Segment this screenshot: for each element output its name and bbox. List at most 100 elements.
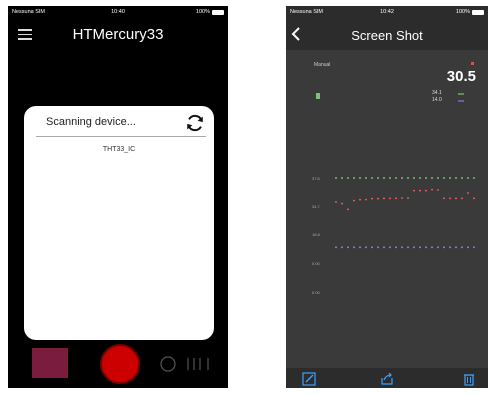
series-point-red xyxy=(413,189,415,192)
series-point-red xyxy=(407,197,409,199)
data-plot xyxy=(335,177,475,249)
screen-title: Screen Shot xyxy=(351,28,423,43)
series-point-green xyxy=(401,177,403,179)
series-point-blue xyxy=(449,246,451,249)
series-point-blue xyxy=(335,246,337,249)
series-point-blue xyxy=(377,246,379,249)
series-point-blue xyxy=(371,246,373,249)
dialog-divider xyxy=(36,136,206,137)
scan-dialog: Scanning device... THT33_IC xyxy=(24,106,214,340)
series-point-blue xyxy=(461,246,463,249)
series-point-red xyxy=(419,189,421,192)
series-point-blue xyxy=(383,246,385,249)
bottom-bar xyxy=(8,338,228,388)
status-bar: Nessuna SIM 10:42 100% xyxy=(286,6,488,20)
series-point-blue xyxy=(341,246,343,249)
series-point-blue xyxy=(365,246,367,249)
status-bar: Nessuna SIM 10:40 100% xyxy=(8,6,228,20)
series-point-green xyxy=(467,177,469,179)
series-point-green xyxy=(425,177,427,179)
series-point-blue xyxy=(395,246,397,249)
series-point-red xyxy=(431,188,433,191)
series-point-green xyxy=(455,177,457,179)
series-point-green xyxy=(365,177,367,179)
series-point-blue xyxy=(419,246,421,249)
trash-icon[interactable] xyxy=(462,372,476,386)
app-title: HTMercury33 xyxy=(72,26,164,43)
device-list-item[interactable]: THT33_IC xyxy=(24,146,214,153)
series-point-blue xyxy=(473,246,475,249)
record-button[interactable] xyxy=(100,344,140,384)
series-point-red xyxy=(395,197,397,200)
series-point-blue xyxy=(401,246,403,249)
series-point-green xyxy=(449,177,451,179)
series-point-green xyxy=(407,177,409,179)
series-point-red xyxy=(461,197,463,200)
series-point-blue xyxy=(389,246,391,249)
battery-percent: 100% xyxy=(455,9,470,15)
series-point-blue xyxy=(407,246,409,249)
series-point-green xyxy=(335,177,337,179)
series-point-red xyxy=(341,202,343,205)
series-point-green xyxy=(347,177,349,179)
menu-icon[interactable] xyxy=(18,29,32,40)
series-point-red xyxy=(443,197,445,200)
series-point-red xyxy=(449,197,451,200)
series-point-blue xyxy=(431,246,433,249)
battery-icon xyxy=(212,10,224,15)
series-point-green xyxy=(359,177,361,179)
share-icon[interactable] xyxy=(380,372,394,386)
camera-controls-icon[interactable] xyxy=(158,354,218,374)
series-point-green xyxy=(443,177,445,179)
series-point-red xyxy=(371,197,373,200)
edit-icon[interactable] xyxy=(302,372,316,386)
nav-header: Screen Shot xyxy=(286,20,488,50)
series-point-green xyxy=(413,177,415,179)
series-point-red xyxy=(401,197,403,199)
series-point-green xyxy=(473,177,475,179)
series-point-green xyxy=(371,177,373,179)
series-point-blue xyxy=(437,246,439,249)
series-point-red xyxy=(335,201,337,203)
bottom-toolbar xyxy=(286,368,488,388)
series-point-red xyxy=(389,197,391,200)
series-point-blue xyxy=(467,246,469,249)
series-point-green xyxy=(389,177,391,179)
series-point-red xyxy=(473,197,475,200)
refresh-icon[interactable] xyxy=(184,112,206,134)
series-point-red xyxy=(347,208,349,211)
series-point-green xyxy=(431,177,433,179)
back-chevron-icon[interactable] xyxy=(290,27,302,41)
series-point-red xyxy=(365,198,367,201)
series-point-green xyxy=(395,177,397,179)
series-point-red xyxy=(425,189,427,192)
scan-dialog-title: Scanning device... xyxy=(46,116,136,128)
series-point-green xyxy=(341,177,343,179)
series-point-red xyxy=(383,197,385,200)
series-point-red xyxy=(467,192,469,194)
battery-percent: 100% xyxy=(195,9,210,15)
series-point-blue xyxy=(455,246,457,249)
series-point-blue xyxy=(443,246,445,249)
series-point-red xyxy=(353,199,355,202)
series-point-blue xyxy=(425,246,427,249)
series-point-red xyxy=(377,197,379,200)
series-point-blue xyxy=(347,246,349,249)
series-point-green xyxy=(419,177,421,179)
right-phone-screen: Nessuna SIM 10:42 100% Screen Shot Manua… xyxy=(286,6,488,388)
series-point-green xyxy=(377,177,379,179)
series-point-red xyxy=(437,189,439,191)
series-point-green xyxy=(461,177,463,179)
gallery-thumbnail[interactable] xyxy=(32,348,68,378)
left-phone-screen: Nessuna SIM 10:40 100% HTMercury33 Scann… xyxy=(8,6,228,388)
series-point-green xyxy=(383,177,385,179)
series-point-red xyxy=(455,197,457,200)
series-point-blue xyxy=(359,246,361,249)
battery-icon xyxy=(472,10,484,15)
series-point-green xyxy=(437,177,439,179)
series-point-green xyxy=(353,177,355,179)
series-point-red xyxy=(359,198,361,201)
app-header: HTMercury33 xyxy=(8,20,228,50)
series-point-blue xyxy=(413,246,415,249)
series-point-blue xyxy=(353,246,355,249)
